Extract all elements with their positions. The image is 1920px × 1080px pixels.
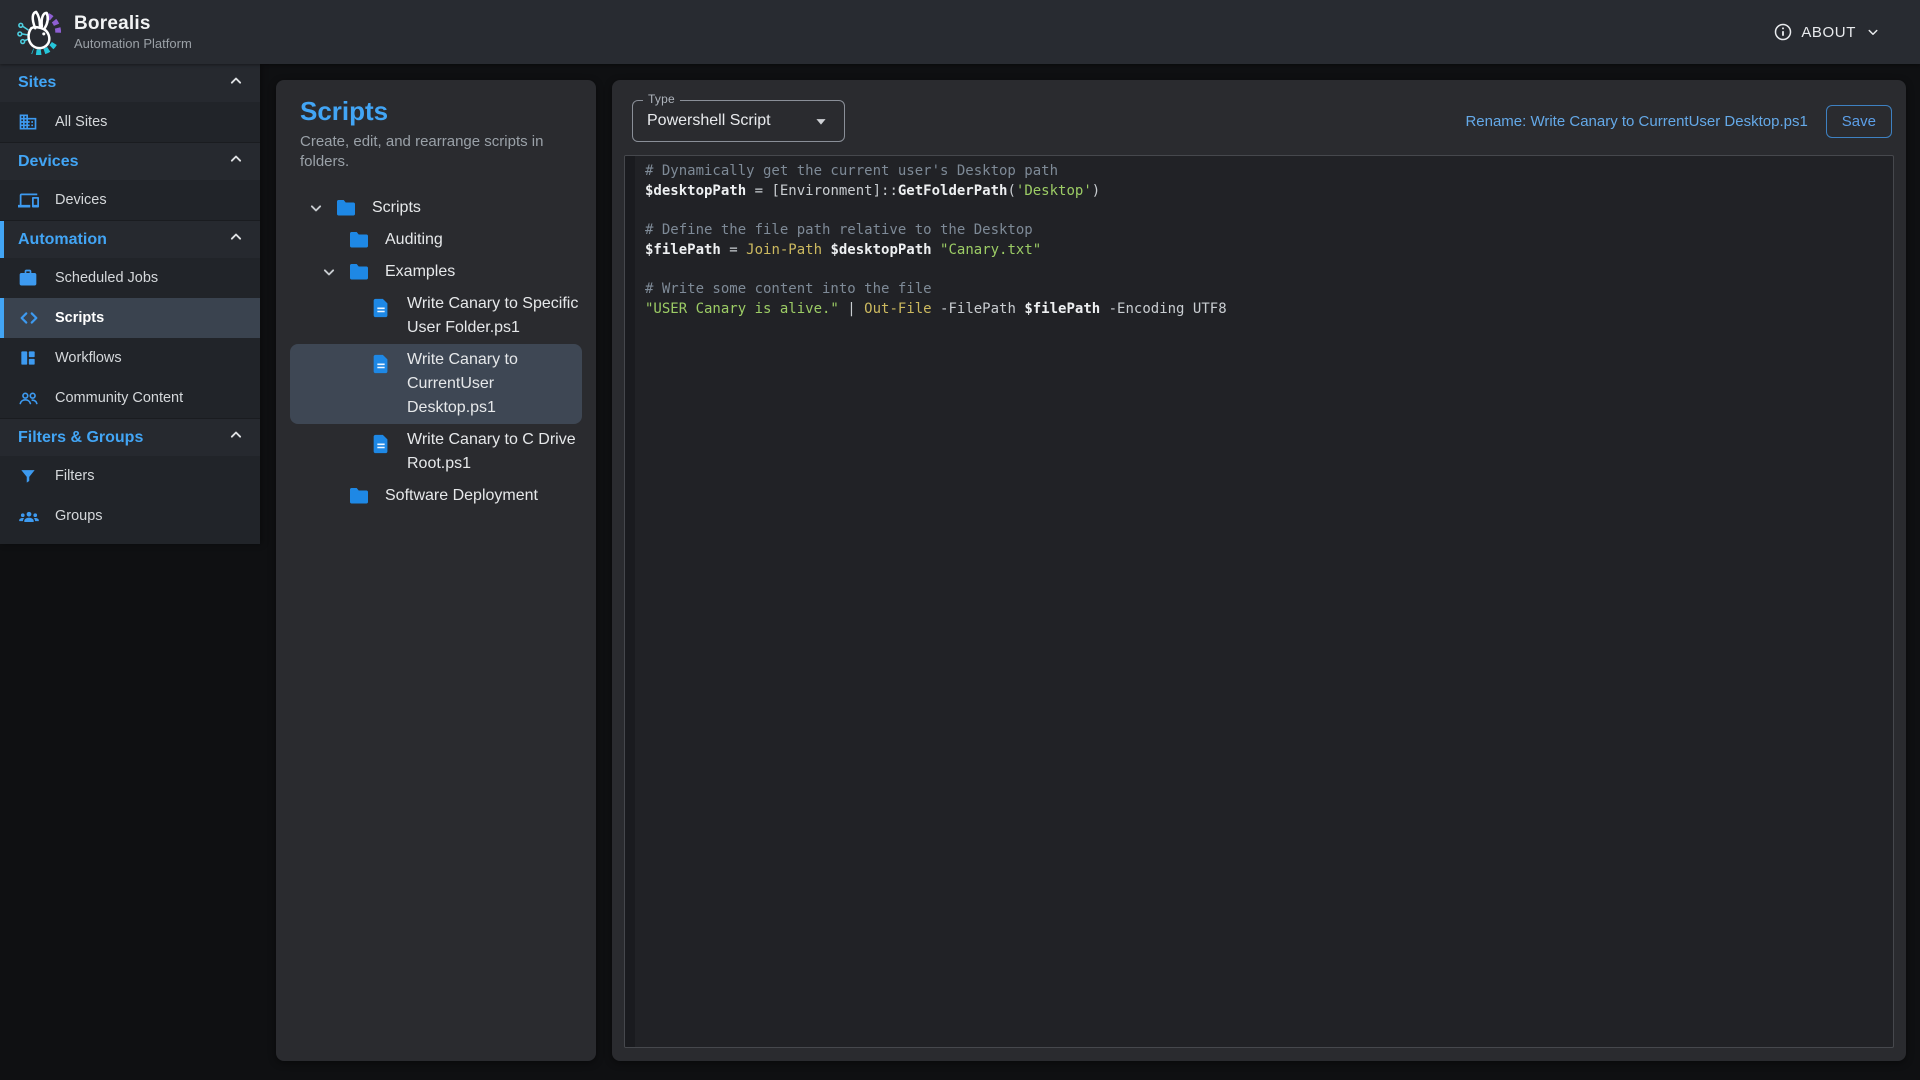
expander-chevron-down-icon[interactable] bbox=[304, 196, 328, 220]
save-button[interactable]: Save bbox=[1826, 105, 1892, 138]
code-line bbox=[645, 261, 1883, 281]
chevron-up-icon bbox=[226, 425, 246, 450]
tree-item-software-deployment[interactable]: Software Deployment bbox=[290, 480, 582, 512]
code-line: "USER Canary is alive." | Out-File -File… bbox=[645, 300, 1883, 320]
filter-icon bbox=[18, 465, 40, 487]
groups-icon bbox=[18, 505, 40, 527]
sidebar-nav: Sites All Sites Devices Devices Automation Sc… bbox=[0, 64, 260, 544]
tree-item-label: Write Canary to CurrentUser Desktop.ps1 bbox=[407, 348, 582, 420]
code-line: # Define the file path relative to the D… bbox=[645, 221, 1883, 241]
sidebar-item-community-content[interactable]: Community Content bbox=[0, 378, 260, 418]
file-icon bbox=[369, 352, 393, 376]
sidebar-item-label: Groups bbox=[55, 508, 103, 524]
sidebar-section-label: Devices bbox=[18, 153, 226, 171]
tree-item-scripts[interactable]: Scripts bbox=[290, 192, 582, 224]
sidebar-item-label: All Sites bbox=[55, 114, 107, 130]
code-line bbox=[645, 201, 1883, 221]
chevron-up-icon bbox=[226, 227, 246, 252]
sidebar-item-label: Devices bbox=[55, 192, 107, 208]
sidebar-section-label: Automation bbox=[18, 231, 226, 249]
code-icon bbox=[18, 307, 40, 329]
folder-icon bbox=[347, 484, 371, 508]
tree-item-label: Scripts bbox=[372, 196, 421, 220]
top-app-bar: Borealis Automation Platform ABOUT bbox=[0, 0, 1920, 64]
editor-gutter bbox=[625, 156, 635, 1047]
page-title: Scripts bbox=[290, 96, 582, 126]
code-line: $filePath = Join-Path $desktopPath "Cana… bbox=[645, 241, 1883, 261]
select-caret-down-icon bbox=[810, 110, 832, 132]
script-type-value: Powershell Script bbox=[647, 112, 810, 130]
code-editor[interactable]: # Dynamically get the current user's Des… bbox=[624, 155, 1894, 1048]
code-content: # Dynamically get the current user's Des… bbox=[635, 156, 1893, 1047]
expander-spacer bbox=[317, 484, 341, 508]
tree-item-label: Write Canary to C Drive Root.ps1 bbox=[407, 428, 582, 476]
sidebar-item-label: Scheduled Jobs bbox=[55, 270, 158, 286]
script-editor-panel: Type Powershell Script Rename: Write Can… bbox=[612, 80, 1906, 1061]
app-title: Borealis bbox=[74, 13, 192, 35]
tree-item-label: Auditing bbox=[385, 228, 443, 252]
people-icon bbox=[18, 387, 40, 409]
sidebar-section-sites[interactable]: Sites bbox=[0, 64, 260, 102]
sidebar-item-devices[interactable]: Devices bbox=[0, 180, 260, 220]
expander-chevron-down-icon[interactable] bbox=[317, 260, 341, 284]
info-icon bbox=[1773, 22, 1793, 42]
about-menu-button[interactable]: ABOUT bbox=[1773, 0, 1882, 64]
folder-icon bbox=[334, 196, 358, 220]
folder-icon bbox=[347, 260, 371, 284]
sidebar-item-label: Community Content bbox=[55, 390, 183, 406]
sidebar-item-scripts[interactable]: Scripts bbox=[0, 298, 260, 338]
sidebar-section-filters-groups[interactable]: Filters & Groups bbox=[0, 418, 260, 456]
tree-item-label: Examples bbox=[385, 260, 455, 284]
sidebar-item-label: Filters bbox=[55, 468, 94, 484]
file-icon bbox=[369, 296, 393, 320]
chevron-up-icon bbox=[226, 149, 246, 174]
scripts-folder-tree: Scripts Auditing Examples Write Canary to S… bbox=[290, 192, 582, 512]
code-line: $desktopPath = [Environment]::GetFolderP… bbox=[645, 182, 1883, 202]
briefcase-icon bbox=[18, 267, 40, 289]
tree-item-write-canary-to-specific-user-folder-ps1[interactable]: Write Canary to Specific User Folder.ps1 bbox=[290, 288, 582, 344]
sidebar-section-label: Filters & Groups bbox=[18, 429, 226, 447]
sidebar-section-automation[interactable]: Automation bbox=[0, 220, 260, 258]
tree-item-label: Write Canary to Specific User Folder.ps1 bbox=[407, 292, 582, 340]
workflows-icon bbox=[18, 347, 40, 369]
editor-toolbar: Type Powershell Script Rename: Write Can… bbox=[624, 90, 1894, 152]
tree-item-examples[interactable]: Examples bbox=[290, 256, 582, 288]
borealis-rabbit-logo-icon bbox=[16, 9, 62, 55]
expander-spacer bbox=[317, 228, 341, 252]
scripts-tree-panel: Scripts Create, edit, and rearrange scri… bbox=[276, 80, 596, 1061]
about-label: ABOUT bbox=[1801, 24, 1856, 41]
building-icon bbox=[18, 111, 40, 133]
sidebar-item-workflows[interactable]: Workflows bbox=[0, 338, 260, 378]
sidebar-item-label: Workflows bbox=[55, 350, 122, 366]
devices-icon bbox=[18, 189, 40, 211]
sidebar-section-label: Sites bbox=[18, 74, 226, 92]
app-subtitle: Automation Platform bbox=[74, 36, 192, 51]
sidebar-item-scheduled-jobs[interactable]: Scheduled Jobs bbox=[0, 258, 260, 298]
sidebar-section-devices[interactable]: Devices bbox=[0, 142, 260, 180]
sidebar-item-groups[interactable]: Groups bbox=[0, 496, 260, 536]
tree-item-write-canary-to-currentuser-desktop-ps1[interactable]: Write Canary to CurrentUser Desktop.ps1 bbox=[290, 344, 582, 424]
tree-item-write-canary-to-c-drive-root-ps1[interactable]: Write Canary to C Drive Root.ps1 bbox=[290, 424, 582, 480]
brand-block: Borealis Automation Platform bbox=[74, 13, 192, 51]
page-description: Create, edit, and rearrange scripts in f… bbox=[290, 132, 582, 172]
script-type-select[interactable]: Type Powershell Script bbox=[632, 100, 845, 142]
script-type-label: Type bbox=[643, 92, 680, 106]
sidebar-item-label: Scripts bbox=[55, 310, 104, 326]
code-line: # Write some content into the file bbox=[645, 280, 1883, 300]
chevron-down-icon bbox=[1864, 23, 1882, 41]
sidebar-item-all-sites[interactable]: All Sites bbox=[0, 102, 260, 142]
folder-icon bbox=[347, 228, 371, 252]
file-icon bbox=[369, 432, 393, 456]
rename-script-link[interactable]: Rename: Write Canary to CurrentUser Desk… bbox=[1465, 113, 1807, 130]
chevron-up-icon bbox=[226, 71, 246, 96]
tree-item-label: Software Deployment bbox=[385, 484, 538, 508]
code-line: # Dynamically get the current user's Des… bbox=[645, 162, 1883, 182]
tree-item-auditing[interactable]: Auditing bbox=[290, 224, 582, 256]
sidebar-item-filters[interactable]: Filters bbox=[0, 456, 260, 496]
